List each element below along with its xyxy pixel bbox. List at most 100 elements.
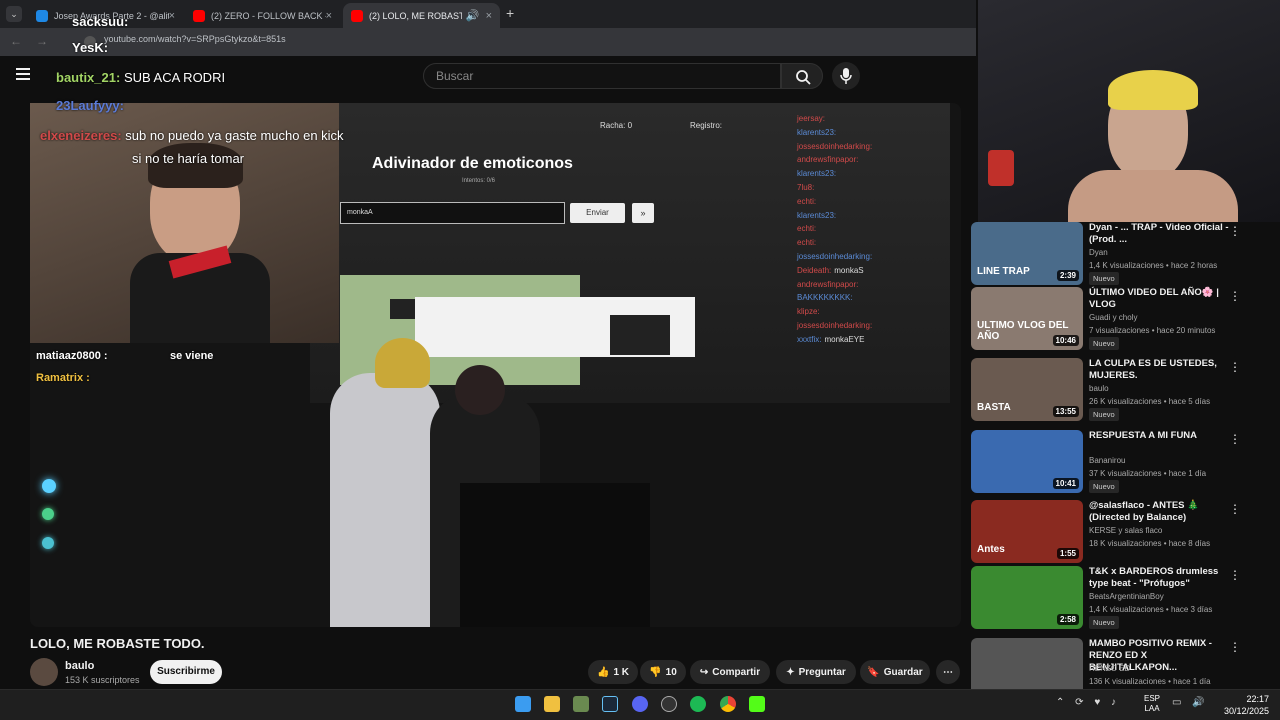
- menu-icon[interactable]: [16, 68, 30, 80]
- skip-button: »: [632, 203, 654, 223]
- more-vertical-icon[interactable]: ⋮: [1229, 640, 1241, 654]
- voice-search-button[interactable]: [832, 62, 860, 90]
- video-thumbnail[interactable]: BASTA 13:55: [971, 358, 1083, 421]
- ask-button[interactable]: ✦ Preguntar: [776, 660, 856, 684]
- recommendation-title[interactable]: T&K x BARDEROS drumless type beat - "Pró…: [1089, 566, 1229, 590]
- duration-badge: 10:46: [1052, 335, 1079, 346]
- recommendation-channel[interactable]: BeatsArgentinianBoy: [1089, 592, 1164, 601]
- attempts-text: Intentos: 0/6: [462, 178, 496, 184]
- save-button[interactable]: 🔖 Guardar: [860, 660, 930, 684]
- more-vertical-icon[interactable]: ⋮: [1229, 224, 1241, 238]
- recommendation-item[interactable]: ULTIMO VLOG DEL AÑO 10:46 ÚLTIMO VIDEO DEL…: [971, 287, 1246, 353]
- recommendation-meta: 1,4 K visualizaciones • hace 3 días: [1089, 605, 1213, 614]
- kick-icon[interactable]: [749, 696, 765, 712]
- person-right-head: [455, 365, 505, 415]
- more-vertical-icon[interactable]: ⋮: [1229, 568, 1241, 582]
- chrome-icon[interactable]: [720, 696, 736, 712]
- recommendation-title[interactable]: Dyan - ... TRAP - Video Oficial - (Prod.…: [1089, 222, 1229, 246]
- recommendation-channel[interactable]: RENZO ED: [1089, 664, 1130, 673]
- video-thumbnail[interactable]: LINE TRAP 2:39: [971, 222, 1083, 285]
- subscribe-button[interactable]: Suscribirme: [150, 660, 222, 684]
- sparkle-icon: ✦: [786, 666, 795, 678]
- search-button[interactable]: [781, 63, 823, 89]
- forward-icon[interactable]: →: [36, 34, 48, 48]
- windows-start-icon[interactable]: [515, 696, 531, 712]
- second-webcam: [978, 0, 1280, 222]
- duration-badge: 1:55: [1056, 548, 1079, 559]
- recommendation-item[interactable]: 10:41 RESPUESTA A MI FUNA Bananirou 37 K vi…: [971, 430, 1246, 496]
- thumbs-up-icon: 👍: [596, 666, 610, 678]
- video-thumbnail[interactable]: ULTIMO VLOG DEL AÑO 10:46: [971, 287, 1083, 350]
- guess-input: monkaA: [340, 202, 565, 224]
- light: [42, 537, 54, 549]
- stream-chat-line: jeersay:: [797, 114, 826, 123]
- pixel-emote-dark: [610, 315, 670, 355]
- app-icon[interactable]: [573, 696, 589, 712]
- speaker-icon[interactable]: 🔊: [466, 9, 480, 22]
- thumbs-down-icon: 👎: [649, 666, 662, 678]
- search-icon: [796, 70, 811, 85]
- recommendation-item[interactable]: 2:58 T&K x BARDEROS drumless type beat - …: [971, 566, 1246, 632]
- stream-chat-line: andrewsfinpapor:: [797, 155, 859, 165]
- more-vertical-icon[interactable]: ⋮: [1229, 289, 1241, 303]
- channel-avatar[interactable]: [30, 658, 58, 686]
- clock[interactable]: 22:17 30/12/2025: [1224, 693, 1269, 717]
- close-icon[interactable]: ×: [326, 10, 332, 22]
- recommendation-title[interactable]: ÚLTIMO VIDEO DEL AÑO🌸 | VLOG: [1089, 287, 1229, 311]
- overlay-msg-user: bautix_21: SUB ACA RODRI: [56, 70, 226, 85]
- steam-icon[interactable]: [602, 696, 618, 712]
- search-input[interactable]: Buscar: [423, 63, 781, 89]
- obs-icon[interactable]: [661, 696, 677, 712]
- recommendation-meta: 37 K visualizaciones • hace 1 día: [1089, 469, 1207, 478]
- file-explorer-icon[interactable]: [544, 696, 560, 712]
- back-icon[interactable]: ←: [10, 34, 22, 48]
- new-badge: Nuevo: [1089, 272, 1119, 285]
- system-tray-icons[interactable]: ⌃ ⟳ ♥ ♪: [1056, 697, 1138, 711]
- recommendation-channel[interactable]: KERSE y salas flaco: [1089, 526, 1162, 535]
- more-vertical-icon[interactable]: ⋮: [1229, 432, 1241, 446]
- duration-badge: 2:58: [1056, 614, 1079, 625]
- duration-badge: 2:39: [1056, 270, 1079, 281]
- overlay-msg: se viene: [170, 350, 214, 362]
- stream-chat-line: echti:: [797, 238, 817, 248]
- close-icon[interactable]: ×: [169, 10, 175, 22]
- recommendation-item[interactable]: BASTA 13:55 LA CULPA ES DE USTEDES, MUJERE…: [971, 358, 1246, 424]
- more-vertical-icon[interactable]: ⋮: [1229, 502, 1241, 516]
- stream-chat-line: jossesdoinhedarking:: [797, 252, 873, 261]
- video-thumbnail[interactable]: Antes 1:55: [971, 500, 1083, 563]
- video-thumbnail[interactable]: 2:58: [971, 566, 1083, 629]
- video-thumbnail[interactable]: 10:41: [971, 430, 1083, 493]
- recommendation-title[interactable]: LA CULPA ES DE USTEDES, MUJERES.: [1089, 358, 1229, 382]
- subscriber-count: 153 K suscriptores: [65, 675, 140, 685]
- channel-name[interactable]: baulo: [65, 660, 94, 672]
- tray-status-icons[interactable]: ▭ 🔊: [1172, 697, 1209, 708]
- recommendation-channel[interactable]: Guadi y choly: [1089, 313, 1137, 322]
- close-icon[interactable]: ×: [486, 10, 492, 22]
- url-text[interactable]: youtube.com/watch?v=SRPpsGtykzo&t=851s: [104, 34, 286, 44]
- pixel-emote-dark: [390, 299, 415, 319]
- share-button[interactable]: ↪ Compartir: [690, 660, 770, 684]
- recommendation-title[interactable]: RESPUESTA A MI FUNA: [1089, 430, 1229, 442]
- recommendation-channel[interactable]: Dyan: [1089, 248, 1108, 257]
- new-badge: Nuevo: [1089, 480, 1119, 493]
- language-indicator[interactable]: ESP LAA: [1144, 694, 1160, 714]
- spotify-icon[interactable]: [690, 696, 706, 712]
- tab-2[interactable]: (2) LOLO, ME ROBASTE TOD 🔊 ×: [343, 3, 500, 28]
- recommendation-title[interactable]: @salasflaco - ANTES 🎄 (Directed by Balan…: [1089, 500, 1229, 524]
- tab-list-dropdown[interactable]: ⌄: [6, 6, 22, 22]
- new-tab-button[interactable]: +: [506, 5, 514, 21]
- recommendation-item[interactable]: Antes 1:55 @salasflaco - ANTES 🎄 (Directed…: [971, 500, 1246, 566]
- more-button[interactable]: ⋯: [936, 660, 960, 684]
- recommendation-item[interactable]: LINE TRAP 2:39 Dyan - ... TRAP - Video Ofi…: [971, 222, 1246, 288]
- tab-1[interactable]: (2) ZERO - FOLLOW BACK - You ×: [185, 3, 340, 28]
- recommendation-meta: 7 visualizaciones • hace 20 minutos: [1089, 326, 1216, 335]
- share-icon: ↪: [699, 666, 709, 678]
- recommendation-channel[interactable]: Bananirou: [1089, 456, 1125, 465]
- person-cap: [1108, 70, 1198, 110]
- racha-label: Racha: 0: [600, 121, 633, 130]
- more-vertical-icon[interactable]: ⋮: [1229, 360, 1241, 374]
- dislike-button[interactable]: 👎 10: [640, 660, 686, 684]
- discord-icon[interactable]: [632, 696, 648, 712]
- recommendation-channel[interactable]: baulo: [1089, 384, 1109, 393]
- like-button[interactable]: 👍 1 K: [588, 660, 638, 684]
